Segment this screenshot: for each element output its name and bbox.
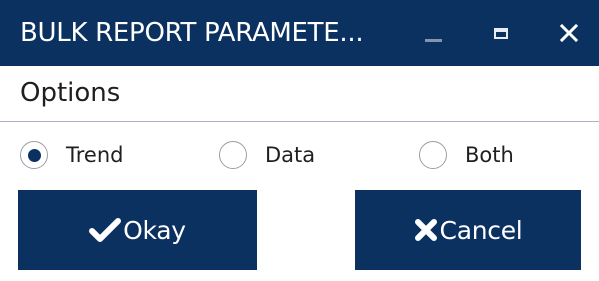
minimize-button[interactable] [410,10,456,56]
okay-button-label: Okay [123,215,186,245]
title-bar[interactable]: BULK REPORT PARAMETE... [0,0,599,66]
radio-button-selected[interactable] [20,141,48,169]
cancel-button-label: Cancel [439,215,523,245]
checkmark-icon [89,218,122,242]
close-button[interactable] [546,10,592,56]
maximize-icon [494,27,508,39]
radio-label-data: Data [265,143,316,167]
x-mark-icon [414,219,437,241]
radio-trend[interactable]: Trend [20,134,123,176]
cancel-button[interactable]: Cancel [355,190,581,270]
dialog-window: BULK REPORT PARAMETE... Options Trend Da… [0,0,599,281]
radio-label-both: Both [465,143,514,167]
options-radio-group: Trend Data Both [0,134,599,176]
minimize-icon [424,38,442,42]
maximize-button[interactable] [478,10,524,56]
radio-label-trend: Trend [66,143,124,167]
radio-data[interactable]: Data [219,134,315,176]
options-section-header: Options [0,66,599,122]
radio-selected-dot [27,148,41,162]
radio-button-unselected[interactable] [219,141,247,169]
radio-button-unselected[interactable] [419,141,447,169]
close-icon [559,23,579,43]
window-title: BULK REPORT PARAMETE... [20,18,364,48]
options-heading: Options [20,78,121,108]
radio-both[interactable]: Both [419,134,514,176]
okay-button[interactable]: Okay [18,190,257,270]
